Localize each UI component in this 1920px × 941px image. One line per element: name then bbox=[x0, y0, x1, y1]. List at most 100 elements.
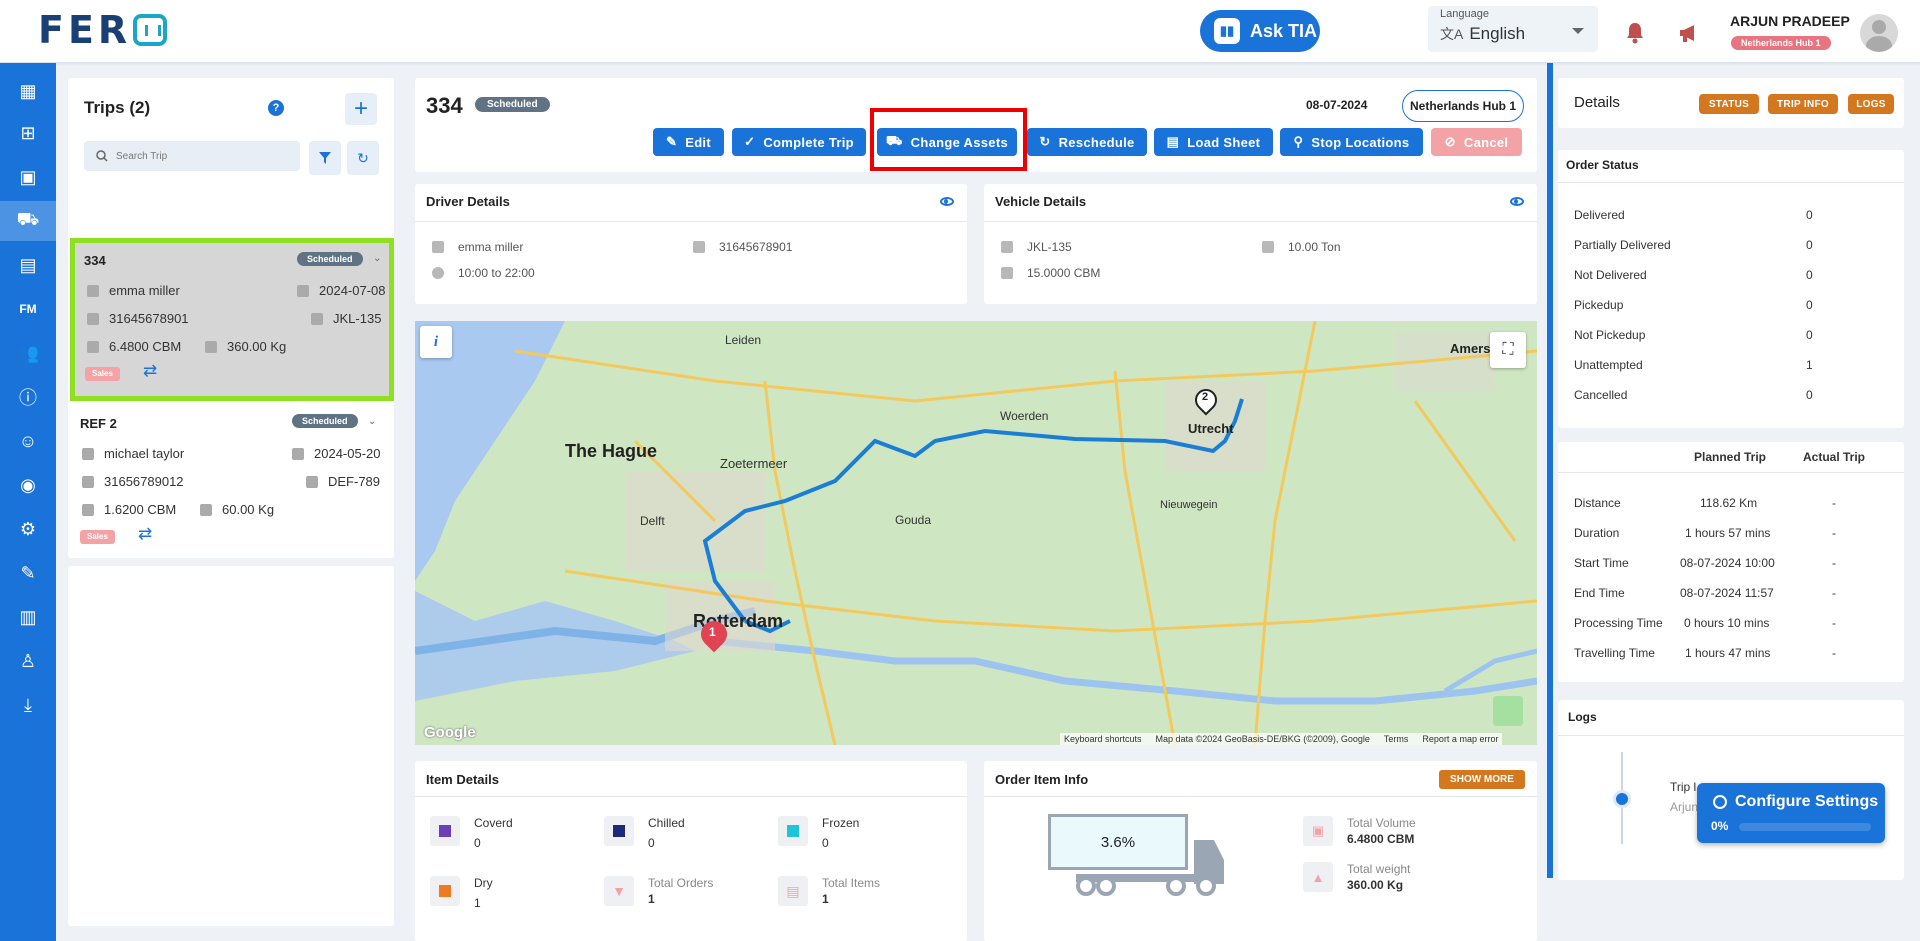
trips-truck-icon[interactable]: ⛟ bbox=[0, 201, 56, 241]
info-icon[interactable]: ⓘ bbox=[0, 377, 56, 417]
trip-card-ref2[interactable]: REF 2 Scheduled ⌄ michael taylor 2024-05… bbox=[70, 406, 394, 556]
dropdown-arrow-icon bbox=[1572, 28, 1584, 34]
reschedule-button[interactable]: ↻ Reschedule bbox=[1027, 128, 1147, 156]
sync-icon[interactable]: ⇄ bbox=[138, 524, 152, 544]
chevron-down-icon[interactable]: ⌄ bbox=[373, 253, 381, 264]
total-volume: ▣ Total Volume 6.4800 CBM bbox=[1303, 816, 1416, 846]
status-label: Cancelled bbox=[1574, 388, 1628, 402]
user-name: ARJUN PRADEEP bbox=[1730, 13, 1850, 29]
stop-locations-label: Stop Locations bbox=[1311, 134, 1410, 150]
weight-icon bbox=[1262, 241, 1274, 253]
clipboard-icon[interactable]: ▥ bbox=[0, 597, 56, 637]
route-map[interactable]: The Hague Rotterdam Utrecht Amersfoort L… bbox=[415, 321, 1537, 745]
status-value: 0 bbox=[1806, 328, 1813, 342]
cube-icon: ▣ bbox=[1303, 816, 1333, 846]
dry-swatch-icon bbox=[439, 885, 451, 897]
weight-icon: ▲ bbox=[1303, 862, 1333, 892]
trip-card-id: REF 2 bbox=[80, 416, 117, 431]
item-label: Coverd bbox=[474, 816, 513, 830]
planned-trip-header: Planned Trip bbox=[1694, 450, 1767, 464]
person-settings-icon[interactable]: ♙ bbox=[0, 641, 56, 681]
search-trip-input[interactable]: Search Trip bbox=[84, 141, 300, 171]
trip-date: 08-07-2024 bbox=[1306, 98, 1368, 112]
cancel-label: Cancel bbox=[1463, 134, 1509, 150]
status-value: 1 bbox=[1806, 358, 1813, 372]
reschedule-label: Reschedule bbox=[1058, 134, 1135, 150]
team-icon[interactable]: ☺ bbox=[0, 421, 56, 461]
edit-doc-icon[interactable]: ✎ bbox=[0, 553, 56, 593]
load-sheet-button[interactable]: ▤ Load Sheet bbox=[1154, 128, 1273, 156]
total-weight-value: 360.00 Kg bbox=[1347, 878, 1404, 892]
filter-button[interactable] bbox=[309, 141, 341, 175]
divider-scrollbar[interactable] bbox=[1547, 63, 1553, 878]
tab-trip-info[interactable]: TRIP INFO bbox=[1768, 94, 1838, 114]
truck-fill-icon: 3.6% bbox=[1046, 812, 1246, 898]
ask-tia-button[interactable]: ▮▮ Ask TIA bbox=[1200, 10, 1320, 52]
status-value: 0 bbox=[1806, 388, 1813, 402]
fero-logo[interactable]: FER bbox=[38, 8, 168, 52]
eye-icon[interactable] bbox=[940, 197, 954, 206]
side-nav: ▦ ⊞ ▣ ⛟ ▤ FM 👥 ⓘ ☺ ◉ ⚙ ✎ ▥ ♙ ⤓ bbox=[0, 63, 56, 941]
show-more-button[interactable]: SHOW MORE bbox=[1439, 770, 1525, 789]
hub-selector[interactable]: Netherlands Hub 1 bbox=[1402, 90, 1524, 122]
item-label: Dry bbox=[474, 876, 493, 890]
language-select[interactable]: Language 文A English bbox=[1428, 6, 1598, 52]
item-value: 1 bbox=[648, 892, 655, 906]
divider bbox=[415, 221, 967, 222]
download-icon[interactable]: ⤓ bbox=[0, 685, 56, 725]
tab-logs[interactable]: LOGS bbox=[1848, 94, 1894, 114]
reports-icon[interactable]: ⊞ bbox=[0, 113, 56, 153]
sync-icon[interactable]: ⇄ bbox=[143, 361, 157, 381]
item-label: Chilled bbox=[648, 816, 685, 830]
item-value: 1 bbox=[474, 896, 481, 910]
map-info-button[interactable]: i bbox=[420, 326, 452, 358]
megaphone-icon[interactable] bbox=[1676, 20, 1702, 46]
tab-status[interactable]: STATUS bbox=[1699, 94, 1759, 114]
stop-locations-button[interactable]: ⚲ Stop Locations bbox=[1280, 128, 1423, 156]
item-label: Total Items bbox=[822, 876, 881, 890]
avatar[interactable] bbox=[1860, 14, 1898, 52]
person-icon bbox=[87, 284, 99, 297]
trip-card-334[interactable]: 334 Scheduled ⌄ emma miller 2024-07-08 3… bbox=[70, 238, 394, 401]
chevron-down-icon[interactable]: ⌄ bbox=[368, 416, 376, 427]
complete-trip-button[interactable]: ✓ Complete Trip bbox=[732, 128, 866, 156]
trip-status-badge: Scheduled bbox=[292, 414, 358, 428]
vehicle-capacity-volume: 15.0000 CBM bbox=[1027, 266, 1101, 280]
trip-info-label: End Time bbox=[1574, 586, 1625, 600]
calendar-icon[interactable]: ▣ bbox=[0, 157, 56, 197]
calendar-icon bbox=[292, 447, 304, 460]
waveform-icon: ▮▮ bbox=[1214, 18, 1240, 44]
settings-icon[interactable]: ⚙ bbox=[0, 509, 56, 549]
cancel-button[interactable]: ⊘ Cancel bbox=[1431, 128, 1522, 156]
trip-date: 2024-05-20 bbox=[314, 446, 381, 461]
palette-icon[interactable]: ◉ bbox=[0, 465, 56, 505]
bell-icon[interactable] bbox=[1622, 20, 1648, 46]
status-value: 0 bbox=[1806, 268, 1813, 282]
logo-text: FER bbox=[38, 8, 132, 52]
map-footer-terms[interactable]: Terms bbox=[1384, 734, 1409, 744]
location-pin-icon: ⚲ bbox=[1293, 134, 1304, 149]
edit-label: Edit bbox=[685, 134, 711, 150]
eye-icon[interactable] bbox=[1510, 197, 1524, 206]
driver-details-title: Driver Details bbox=[426, 194, 510, 209]
users-icon[interactable]: 👥 bbox=[0, 333, 56, 373]
configure-settings-label: Configure Settings bbox=[1735, 793, 1879, 810]
add-trip-button[interactable]: + bbox=[345, 93, 377, 125]
dashboard-icon[interactable]: ▦ bbox=[0, 71, 56, 111]
map-city-label: Delft bbox=[640, 514, 665, 528]
refresh-button[interactable]: ↻ bbox=[347, 141, 379, 175]
actual-trip-header: Actual Trip bbox=[1803, 450, 1866, 464]
map-city-label: Utrecht bbox=[1188, 421, 1234, 436]
sheet-icon: ▤ bbox=[1166, 134, 1180, 149]
edit-button[interactable]: ✎ Edit bbox=[653, 128, 724, 156]
map-footer-report[interactable]: Report a map error bbox=[1422, 734, 1498, 744]
configure-settings-widget[interactable]: Configure Settings 0% bbox=[1697, 783, 1885, 843]
help-icon[interactable]: ? bbox=[268, 100, 284, 116]
trip-info-label: Processing Time bbox=[1574, 616, 1663, 630]
archive-icon[interactable]: ▤ bbox=[0, 245, 56, 285]
play-icon[interactable] bbox=[1493, 696, 1523, 726]
check-icon: ✓ bbox=[744, 134, 756, 149]
fm-icon[interactable]: FM bbox=[0, 289, 56, 329]
fullscreen-icon[interactable]: ⛶ bbox=[1490, 332, 1526, 368]
map-footer-keyboard[interactable]: Keyboard shortcuts bbox=[1064, 734, 1142, 744]
